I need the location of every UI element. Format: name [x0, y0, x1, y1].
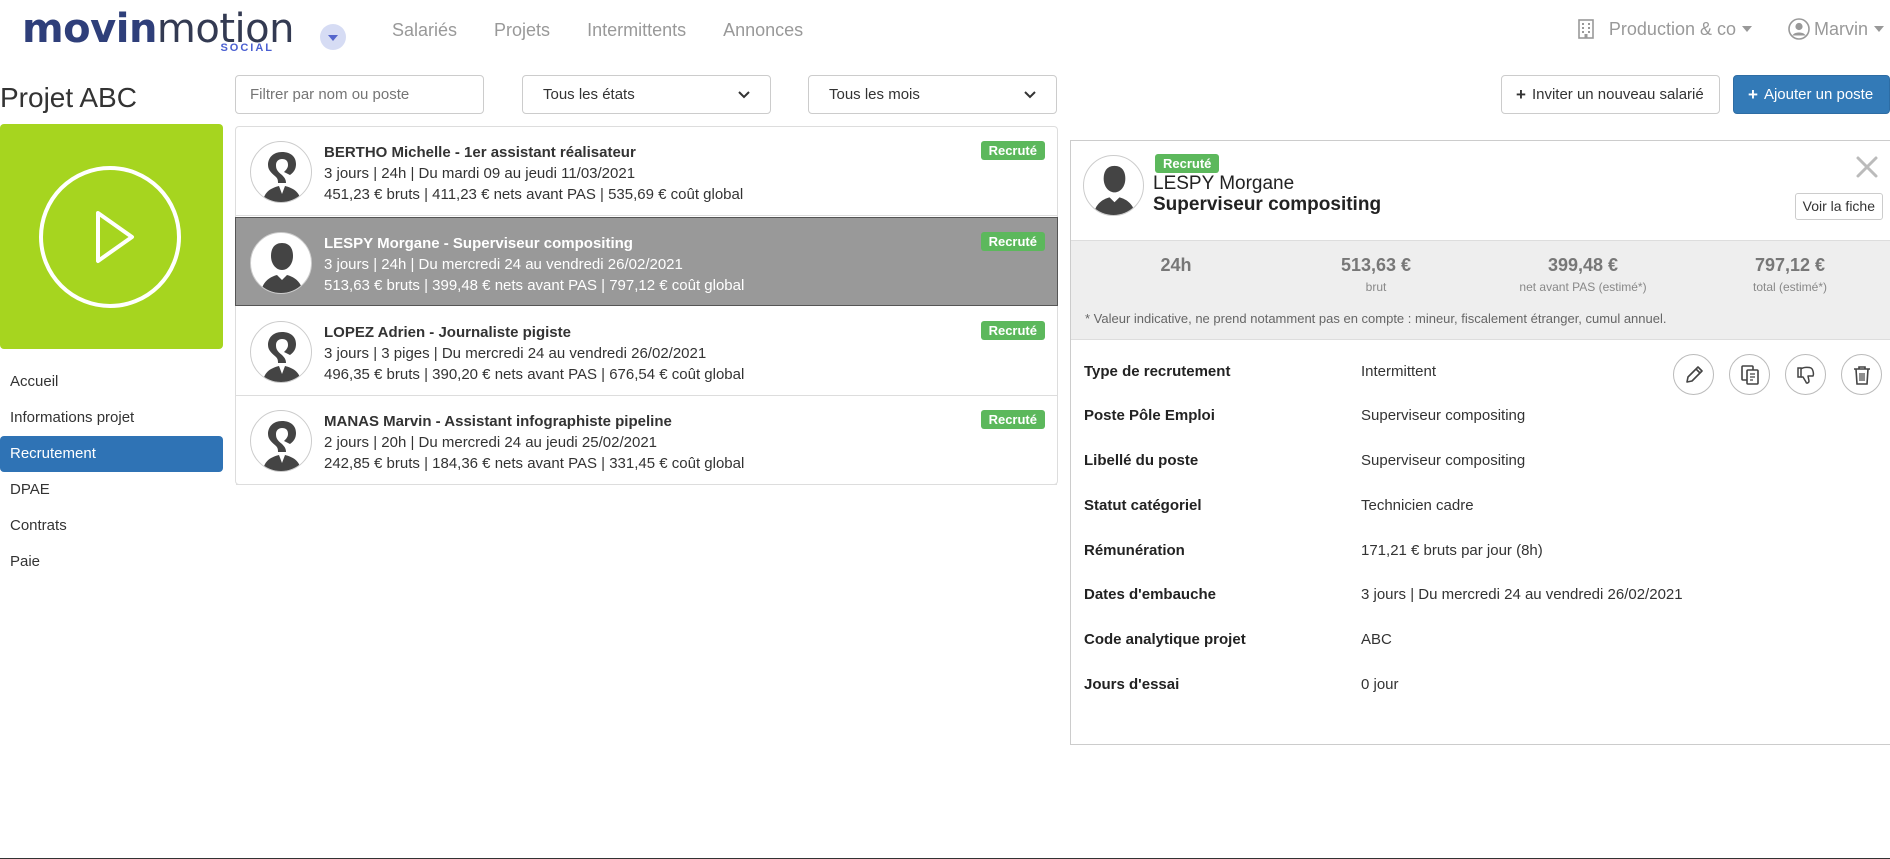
nav-intermittents[interactable]: Intermittents: [587, 20, 686, 41]
question-avatar-icon: [250, 321, 312, 383]
chevron-down-icon: [1874, 26, 1884, 32]
list-item[interactable]: BERTHO Michelle - 1er assistant réalisat…: [236, 127, 1057, 216]
user-name: Marvin: [1813, 18, 1868, 39]
company-name: Production & co: [1608, 18, 1736, 39]
add-position-label: Ajouter un poste: [1763, 86, 1874, 103]
question-avatar-icon: [250, 410, 312, 472]
sidebar-item-contrats[interactable]: Contrats: [0, 508, 223, 544]
chevron-down-icon: [1024, 90, 1036, 98]
logo-subtitle: SOCIAL: [220, 42, 274, 54]
person-avatar-icon: [1083, 155, 1144, 216]
chevron-down-icon: [738, 90, 750, 98]
item-title: LESPY Morgane - Superviseur compositing: [324, 235, 633, 252]
list-item[interactable]: LOPEZ Adrien - Journaliste pigiste 3 jou…: [236, 307, 1057, 396]
add-position-button[interactable]: + Ajouter un poste: [1733, 75, 1890, 114]
list-item[interactable]: MANAS Marvin - Assistant infographiste p…: [236, 396, 1057, 485]
app-switcher-button[interactable]: [320, 24, 346, 50]
trash-icon: [1853, 365, 1870, 385]
project-sidebar-menu: Accueil Informations projet Recrutement …: [0, 364, 223, 580]
chevron-down-icon: [1741, 26, 1752, 32]
detail-position: Superviseur compositing: [1153, 194, 1382, 215]
question-avatar-icon: [250, 141, 312, 203]
recruitment-detail-panel: Recruté LESPY Morgane Superviseur compos…: [1070, 140, 1890, 745]
item-amounts: 496,35 € bruts | 390,20 € nets avant PAS…: [324, 366, 745, 383]
stat-hours: 24h: [1160, 255, 1192, 275]
project-title: Projet ABC: [0, 82, 137, 113]
main-nav: Salariés Projets Intermittents Annonces: [392, 20, 840, 41]
item-dates: 3 jours | 3 piges | Du mercredi 24 au ve…: [324, 345, 707, 362]
nav-salaries[interactable]: Salariés: [392, 20, 457, 41]
chevron-down-icon: [328, 35, 338, 41]
status-badge: Recruté: [980, 321, 1045, 340]
item-amounts: 451,23 € bruts | 411,23 € nets avant PAS…: [324, 186, 744, 203]
status-badge: Recruté: [980, 141, 1045, 160]
close-icon[interactable]: [1853, 153, 1881, 181]
month-filter-select[interactable]: Tous les mois: [808, 75, 1057, 114]
item-dates: 3 jours | 24h | Du mardi 09 au jeudi 11/…: [324, 165, 636, 182]
sidebar-item-paie[interactable]: Paie: [0, 544, 223, 580]
plus-icon: +: [1516, 84, 1526, 104]
status-badge: Recruté: [980, 410, 1045, 429]
person-avatar-icon: [250, 232, 312, 294]
item-dates: 2 jours | 20h | Du mercredi 24 au jeudi …: [324, 434, 658, 451]
stat-net: 399,48 € net avant PAS (estimé*): [1519, 255, 1647, 294]
filter-search-input[interactable]: [235, 75, 484, 114]
movinmotion-logo[interactable]: movinmotion SOCIAL: [22, 6, 294, 56]
reject-button[interactable]: [1785, 354, 1826, 395]
item-amounts: 513,63 € bruts | 399,48 € nets avant PAS…: [324, 277, 745, 294]
status-badge: Recruté: [980, 232, 1045, 251]
invite-employee-label: Inviter un nouveau salarié: [1531, 86, 1704, 103]
user-icon: [1788, 18, 1810, 40]
state-filter-value: Tous les états: [543, 86, 635, 103]
disclaimer-note: * Valeur indicative, ne prend notamment …: [1085, 311, 1667, 326]
stat-gross: 513,63 € brut: [1340, 255, 1412, 294]
item-title: LOPEZ Adrien - Journaliste pigiste: [324, 324, 571, 341]
nav-projets[interactable]: Projets: [494, 20, 550, 41]
invite-employee-button[interactable]: + Inviter un nouveau salarié: [1501, 75, 1720, 114]
company-switcher[interactable]: Production & co: [1577, 19, 1752, 40]
sidebar-item-informations-projet[interactable]: Informations projet: [0, 400, 223, 436]
state-filter-select[interactable]: Tous les états: [522, 75, 771, 114]
list-item-selected[interactable]: LESPY Morgane - Superviseur compositing …: [235, 217, 1058, 306]
detail-employee-name: LESPY Morgane: [1153, 173, 1295, 194]
item-title: MANAS Marvin - Assistant infographiste p…: [324, 413, 672, 430]
month-filter-value: Tous les mois: [829, 86, 920, 103]
view-profile-button[interactable]: Voir la fiche: [1794, 193, 1883, 220]
sidebar-item-recrutement[interactable]: Recrutement: [0, 436, 223, 472]
stat-total: 797,12 € total (estimé*): [1752, 255, 1828, 294]
salary-summary: 24h 513,63 € brut 399,48 € net avant PAS…: [1071, 240, 1890, 340]
sidebar-item-accueil[interactable]: Accueil: [0, 364, 223, 400]
play-icon: [39, 166, 181, 308]
user-menu[interactable]: Marvin: [1788, 18, 1884, 40]
item-title: BERTHO Michelle - 1er assistant réalisat…: [324, 144, 636, 161]
item-dates: 3 jours | 24h | Du mercredi 24 au vendre…: [324, 256, 683, 273]
sidebar-item-dpae[interactable]: DPAE: [0, 472, 223, 508]
reject-icon: [1796, 366, 1814, 384]
building-icon: [1578, 19, 1594, 39]
item-amounts: 242,85 € bruts | 184,36 € nets avant PAS…: [324, 455, 745, 472]
status-badge: Recruté: [1155, 154, 1220, 173]
plus-icon: +: [1748, 84, 1758, 104]
project-tile[interactable]: [0, 124, 223, 349]
nav-annonces[interactable]: Annonces: [723, 20, 803, 41]
recruitment-list: BERTHO Michelle - 1er assistant réalisat…: [235, 126, 1058, 485]
top-header: movinmotion SOCIAL Salariés Projets Inte…: [0, 0, 1890, 64]
delete-button[interactable]: [1841, 354, 1882, 395]
